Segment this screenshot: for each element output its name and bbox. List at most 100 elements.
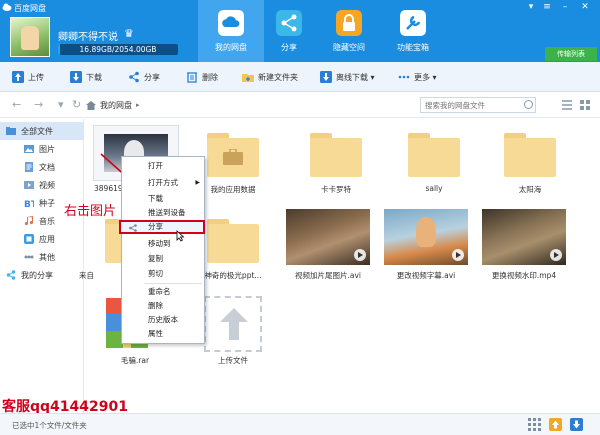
video-thumbnail [384,209,468,265]
play-icon [452,249,464,261]
menu-item-history[interactable]: 历史版本 [122,313,204,327]
username[interactable]: 卿卿不得不说 [58,28,118,43]
refresh-icon[interactable]: ↻ [72,98,81,111]
dropdown-arrow-icon[interactable]: ▾ [58,98,64,111]
delete-icon [187,72,197,83]
play-icon [354,249,366,261]
tab-hidden-space[interactable]: 隐藏空间 [316,0,382,62]
grid-apps-icon[interactable] [528,418,541,431]
torrent-icon: BT [24,200,34,208]
close-icon[interactable]: ✕ [578,2,592,12]
new-folder-button[interactable]: 新建文件夹 [242,70,298,84]
menu-separator [144,283,202,284]
download-button[interactable]: 下载 [70,70,102,84]
sidebar-item-my-share[interactable]: 我的分享 [0,266,84,284]
sidebar-item-documents[interactable]: 文档 [0,158,84,176]
svg-text:BT: BT [24,200,34,208]
folder-icon [408,133,460,177]
lock-icon [336,10,362,36]
sidebar-item-images[interactable]: 图片 [0,140,84,158]
new-folder-icon [242,74,254,82]
video-thumbnail [286,209,370,265]
my-share-icon [6,270,16,280]
cloud-icon [218,10,244,36]
menu-item-cut[interactable]: 剪切 [122,267,204,281]
folder-icon [504,133,556,177]
baidu-cloud-logo-icon [2,3,12,11]
menu-item-open-with[interactable]: 打开方式 ▶ [122,176,204,190]
sidebar-item-apps[interactable]: 应用 [0,230,84,248]
avatar[interactable] [10,17,50,57]
delete-button[interactable]: 删除 [186,70,218,84]
home-icon[interactable] [86,100,96,110]
tab-label: 分享 [281,43,297,52]
file-name: 更换视频水印.mp4 [491,271,557,280]
more-icon [398,75,410,79]
sidebar-item-label: 图片 [39,144,55,154]
breadcrumb: 我的网盘 ▸ [86,97,140,113]
menu-item-label: 分享 [148,222,163,231]
back-arrow-icon[interactable]: ← [12,98,21,111]
sidebar-item-other[interactable]: 其他 [0,248,84,266]
menu-item-download[interactable]: 下载 [122,192,204,206]
minimize-icon[interactable]: – [558,2,572,12]
file-item-video[interactable]: 视频加片尾图片.avi [283,209,373,289]
upload-button[interactable]: 上传 [12,70,44,84]
upload-dropzone[interactable] [204,296,262,352]
sidebar-item-videos[interactable]: 视频 [0,176,84,194]
sidebar-item-label: 音乐 [39,216,55,226]
more-button[interactable]: 更多 ▾ [398,70,437,84]
skin-icon[interactable]: ▾ [524,2,538,12]
menu-item-open[interactable]: 打开 [122,159,204,173]
file-name: 上传文件 [218,356,248,365]
menu-item-copy[interactable]: 复制 [122,252,204,266]
file-item-folder[interactable]: 太阳海 [485,123,575,203]
file-item-folder[interactable]: 卡卡罗特 [291,123,381,203]
toolbar: 上传 下载 分享 删除 新建文件夹 离线下载 ▾ 更多 ▾ [0,62,600,92]
storage-quota-bar: 16.89GB/2054.00GB [58,44,178,55]
file-item-video[interactable]: 更改视频字幕.avi [381,209,471,289]
menu-item-rename[interactable]: 重命名 [122,285,204,299]
menu-item-push-to-device[interactable]: 推送到设备 [122,206,204,220]
settings-icon[interactable]: ≡ [540,2,554,12]
file-name: sally [425,184,443,193]
forward-arrow-icon[interactable]: → [34,98,43,111]
upload-icon [12,71,24,83]
search-input[interactable] [420,97,536,113]
tab-label: 我的网盘 [215,43,247,52]
breadcrumb-home[interactable]: 我的网盘 [100,100,132,111]
share-button[interactable]: 分享 [128,70,160,84]
grid-view-icon[interactable] [580,100,590,110]
tab-share[interactable]: 分享 [256,0,322,62]
image-icon [24,145,34,153]
sidebar-item-label: 文档 [39,162,55,172]
tab-my-cloud[interactable]: 我的网盘 [198,0,264,62]
tab-tools[interactable]: 功能宝箱 [380,0,446,62]
sidebar-item-label: 其他 [39,252,55,262]
video-icon [24,181,34,189]
upload-status-icon[interactable] [549,418,562,431]
sidebar: 全部文件 图片 文档 视频 BT 种子 音乐 应用 其他 我的分享 [0,119,84,413]
title-bar: 百度网盘 卿卿不得不说 ♛ 16.89GB/2054.00GB 我的网盘 分享 … [0,0,600,62]
video-thumbnail [482,209,566,265]
file-item-folder[interactable]: sally [389,123,479,203]
menu-item-delete[interactable]: 删除 [122,299,204,313]
music-icon [24,216,34,226]
vip-crown-icon[interactable]: ♛ [124,27,150,40]
sidebar-item-label: 应用 [39,234,55,244]
download-status-icon[interactable] [570,418,583,431]
submenu-arrow-icon: ▶ [195,179,200,186]
menu-item-properties[interactable]: 属性 [122,327,204,341]
tab-label: 功能宝箱 [397,43,429,52]
sidebar-item-all-files[interactable]: 全部文件 [0,122,84,140]
offline-download-button[interactable]: 离线下载 ▾ [320,70,375,84]
search-icon[interactable] [524,100,533,109]
file-item-video[interactable]: 更换视频水印.mp4 [479,209,569,289]
menu-item-share[interactable]: 分享 [119,220,205,234]
file-name: 太阳海 [518,185,542,194]
status-bar: 已选中1个文件/文件夹 [0,413,600,435]
list-view-icon[interactable] [562,100,572,110]
transfer-list-button[interactable]: 传输列表 [545,47,597,61]
upload-label: 上传 [28,72,44,82]
menu-item-move-to[interactable]: 移动到 [122,237,204,251]
